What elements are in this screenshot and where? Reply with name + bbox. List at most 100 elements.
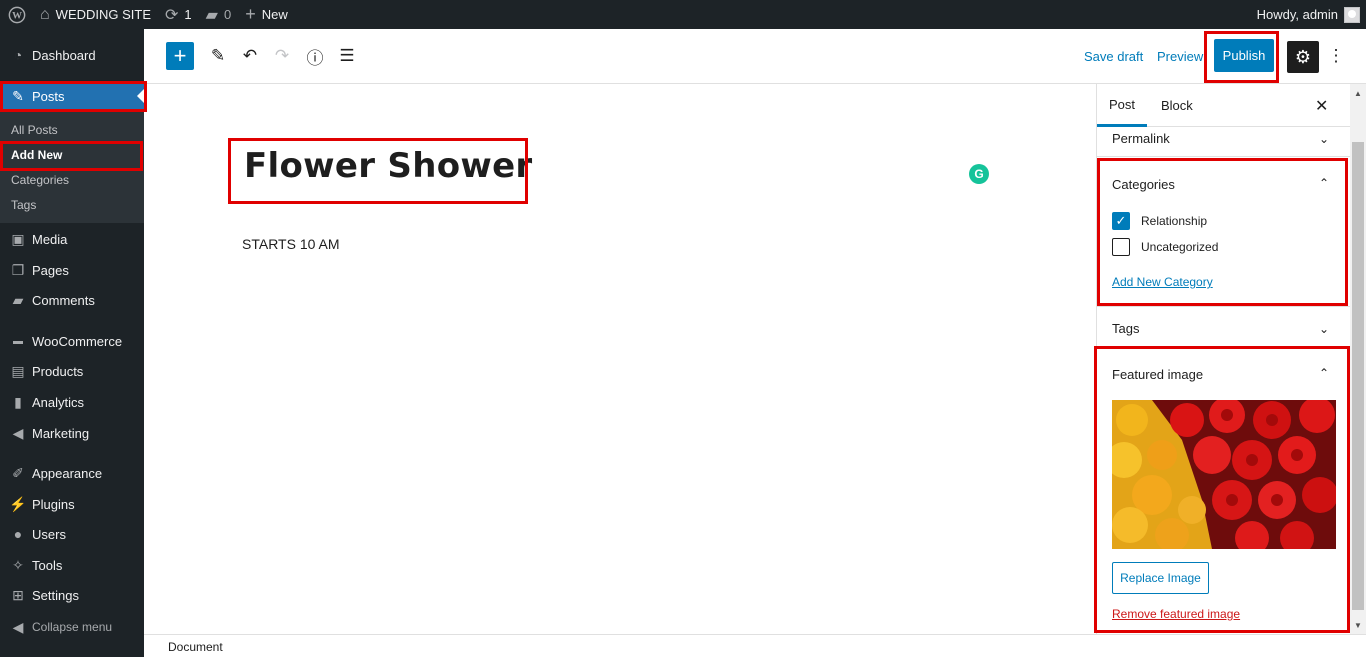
plus-icon: +	[173, 43, 187, 68]
sidebar-item-label: Dashboard	[32, 47, 96, 63]
save-draft-button[interactable]: Save draft	[1084, 42, 1143, 70]
current-menu-arrow	[137, 89, 144, 103]
roses-image	[1112, 400, 1336, 549]
tags-title[interactable]: Tags	[1112, 321, 1139, 336]
featured-image[interactable]	[1112, 400, 1336, 549]
submenu-categories[interactable]: Categories	[0, 168, 144, 192]
updates-icon: ⟳	[165, 6, 179, 24]
gear-icon: ⚙	[1294, 46, 1312, 67]
admin-bar: W ⌂ WEDDING SITE ⟳ 1 ▰ 0 + New Howdy, ad…	[0, 0, 1366, 29]
undo-icon: ↶	[242, 46, 258, 65]
comments-link[interactable]: ▰ 0	[199, 0, 239, 29]
products-icon: ▤	[11, 362, 25, 379]
editor-toolbar: + ✎ ↶ ↷ ⓘ ☰ Save draft Preview Publish ⚙…	[144, 29, 1366, 84]
settings-sidebar: Post Block ✕ Permalink ⌄ Categories ⌃ ✓ …	[1096, 84, 1350, 634]
chevron-down-icon[interactable]: ⌄	[1319, 322, 1329, 336]
close-icon[interactable]: ✕	[1315, 96, 1328, 116]
wordpress-icon: W	[8, 6, 26, 23]
sidebar-item-marketing[interactable]: ◀ Marketing	[0, 418, 144, 448]
greeting: Howdy, admin	[1256, 7, 1338, 22]
post-title[interactable]: Flower Shower	[244, 146, 533, 186]
sidebar-item-dashboard[interactable]: ◔ Dashboard	[0, 40, 144, 70]
chevron-down-icon[interactable]: ⌄	[1319, 132, 1329, 146]
tab-post[interactable]: Post	[1097, 84, 1147, 127]
new-label: New	[261, 7, 288, 22]
panel-scrollbar[interactable]: ▲ ▼	[1350, 84, 1366, 634]
redo-button[interactable]: ↷	[268, 42, 296, 70]
sidebar-item-users[interactable]: ● Users	[0, 519, 144, 549]
add-new-category-link[interactable]: Add New Category	[1112, 275, 1213, 289]
scroll-down-icon[interactable]: ▼	[1354, 621, 1362, 630]
tab-block[interactable]: Block	[1161, 84, 1193, 127]
pencil-icon: ✎	[210, 46, 226, 65]
details-button[interactable]: ⓘ	[301, 42, 329, 70]
sidebar-item-tools[interactable]: ✧ Tools	[0, 550, 144, 580]
sidebar-item-media[interactable]: ▣ Media	[0, 224, 144, 254]
sidebar-item-label: Analytics	[32, 394, 85, 410]
scrollbar-thumb[interactable]	[1352, 142, 1364, 610]
submenu-add-new[interactable]: Add New	[0, 143, 144, 167]
more-vertical-icon: ⋮	[1327, 46, 1345, 65]
category-checkbox-uncategorized[interactable]	[1112, 238, 1130, 256]
updates-count: 1	[184, 7, 192, 22]
paragraph-block[interactable]: STARTS 10 AM	[242, 236, 340, 252]
updates-link[interactable]: ⟳ 1	[158, 0, 199, 29]
preview-button[interactable]: Preview	[1157, 42, 1203, 70]
sidebar-item-settings[interactable]: ⊞ Settings	[0, 580, 144, 610]
account-menu[interactable]: Howdy, admin	[1250, 0, 1366, 29]
posts-submenu: All Posts Add New Categories Tags	[0, 111, 144, 223]
sidebar-item-posts[interactable]: ✎ Posts	[0, 81, 144, 111]
woocommerce-icon: ▬	[13, 335, 23, 347]
collapse-icon: ◀	[12, 618, 24, 635]
checkmark-icon: ✓	[1115, 213, 1127, 228]
scroll-up-icon[interactable]: ▲	[1354, 89, 1362, 98]
breadcrumb[interactable]: Document	[168, 640, 223, 654]
chevron-up-icon[interactable]: ⌃	[1319, 366, 1329, 380]
marketing-icon: ◀	[12, 424, 24, 441]
sidebar-item-label: Media	[32, 231, 68, 247]
grammarly-icon[interactable]: G	[969, 164, 989, 184]
wordpress-logo-button[interactable]: W	[0, 0, 33, 29]
permalink-title[interactable]: Permalink	[1112, 131, 1170, 146]
publish-button[interactable]: Publish	[1214, 39, 1274, 72]
sidebar-item-products[interactable]: ▤ Products	[0, 356, 144, 386]
categories-title[interactable]: Categories	[1112, 177, 1175, 192]
sidebar-item-label: Settings	[32, 587, 79, 603]
submenu-tags[interactable]: Tags	[0, 193, 144, 217]
site-name-link[interactable]: ⌂ WEDDING SITE	[33, 0, 158, 29]
sidebar-item-pages[interactable]: ❐ Pages	[0, 255, 144, 285]
chevron-up-icon[interactable]: ⌃	[1319, 176, 1329, 190]
featured-image-title[interactable]: Featured image	[1112, 367, 1203, 382]
sidebar-item-woocommerce[interactable]: ▬ WooCommerce	[0, 326, 144, 356]
sidebar-item-appearance[interactable]: ✐ Appearance	[0, 458, 144, 488]
site-name: WEDDING SITE	[55, 7, 152, 22]
more-options-button[interactable]: ⋮	[1322, 42, 1350, 70]
settings-button[interactable]: ⚙	[1287, 41, 1319, 73]
remove-featured-image-link[interactable]: Remove featured image	[1112, 607, 1240, 621]
sidebar-item-analytics[interactable]: ▮ Analytics	[0, 387, 144, 417]
pages-icon: ❐	[11, 261, 25, 278]
add-block-button[interactable]: +	[166, 42, 194, 70]
undo-button[interactable]: ↶	[236, 42, 264, 70]
sidebar-item-label: Pages	[32, 262, 69, 278]
sidebar-item-label: Tools	[32, 557, 63, 573]
collapse-menu-button[interactable]: ◀ Collapse menu	[0, 612, 144, 642]
sidebar-item-plugins[interactable]: ⚡ Plugins	[0, 489, 144, 519]
sidebar-item-label: Products	[32, 363, 84, 379]
divider	[1097, 156, 1350, 157]
outline-button[interactable]: ☰	[333, 42, 361, 70]
comments-icon: ▰	[12, 291, 24, 308]
settings-icon: ⊞	[12, 586, 24, 603]
category-checkbox-relationship[interactable]: ✓	[1112, 212, 1130, 230]
new-content-link[interactable]: + New	[238, 0, 295, 29]
sidebar-item-comments[interactable]: ▰ Comments	[0, 285, 144, 315]
category-label: Relationship	[1141, 214, 1208, 228]
tools-button[interactable]: ✎	[204, 42, 232, 70]
editor-footer: Document	[144, 634, 1366, 657]
analytics-icon: ▮	[14, 393, 22, 410]
replace-image-button[interactable]: Replace Image	[1112, 562, 1209, 594]
submenu-all-posts[interactable]: All Posts	[0, 118, 144, 142]
divider	[1097, 348, 1350, 349]
pin-icon: ✎	[12, 87, 24, 104]
category-label: Uncategorized	[1141, 240, 1219, 254]
